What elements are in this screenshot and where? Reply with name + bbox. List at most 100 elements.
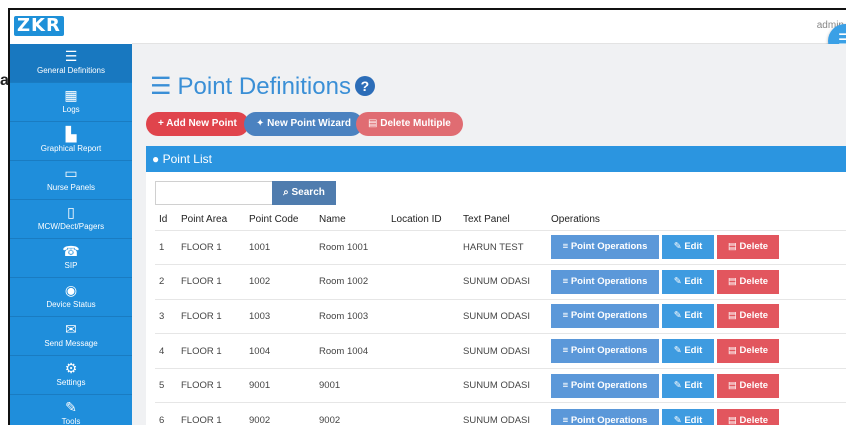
delete-multiple-button[interactable]: ▤ Delete Multiple	[356, 112, 463, 136]
delete-multiple-label: Delete Multiple	[380, 118, 451, 129]
header-text-panel[interactable]: Text Panel	[459, 210, 547, 230]
edit-label: Edit	[684, 275, 703, 287]
header-id[interactable]: Id	[155, 210, 177, 230]
edit-button[interactable]: ✎ Edit	[662, 269, 714, 294]
table-row: 6 FLOOR 1 9002 9002 SUNUM ODASI ≡ Point …	[155, 402, 846, 425]
new-point-wizard-button[interactable]: ✦ New Point Wizard	[244, 112, 363, 136]
monitor-icon: ▭	[64, 165, 78, 181]
cell-operations: ≡ Point Operations ✎ Edit ▤ Delete	[547, 333, 846, 369]
edit-button[interactable]: ✎ Edit	[662, 339, 714, 364]
trash-icon: ▤	[727, 310, 740, 322]
list-icon: ≡	[562, 414, 571, 425]
list-icon: ☰	[150, 73, 172, 100]
sidebar-item-settings[interactable]: ⚙ Settings	[10, 356, 132, 395]
cell-operations: ≡ Point Operations ✎ Edit ▤ Delete	[547, 298, 846, 334]
cell-area: FLOOR 1	[177, 402, 245, 425]
top-bar: ZKR admin ☰	[10, 10, 846, 58]
add-new-point-button[interactable]: + Add New Point	[146, 112, 249, 136]
sidebar-item-tools[interactable]: ✎ Tools	[10, 395, 132, 425]
edit-icon: ✎	[673, 241, 685, 253]
cell-text-panel: SUNUM ODASI	[459, 264, 547, 300]
cell-code: 9001	[245, 367, 315, 403]
search-button[interactable]: ⌕ Search	[272, 181, 336, 205]
search-input[interactable]	[155, 181, 273, 205]
header-name[interactable]: Name	[315, 210, 387, 230]
cell-operations: ≡ Point Operations ✎ Edit ▤ Delete	[547, 402, 846, 425]
delete-button[interactable]: ▤ Delete	[717, 269, 779, 294]
delete-button[interactable]: ▤ Delete	[717, 408, 779, 425]
delete-button[interactable]: ▤ Delete	[717, 373, 779, 398]
point-operations-button[interactable]: ≡ Point Operations	[551, 269, 659, 294]
edit-button[interactable]: ✎ Edit	[662, 373, 714, 398]
header-point-code[interactable]: Point Code	[245, 210, 315, 230]
sidebar-item-graphical-report[interactable]: ▙ Graphical Report	[10, 122, 132, 161]
edit-button[interactable]: ✎ Edit	[662, 408, 714, 425]
edit-icon: ✎	[673, 379, 685, 391]
edit-label: Edit	[684, 379, 703, 391]
sidebar-item-label: MCW/Dect/Pagers	[37, 222, 105, 231]
point-operations-button[interactable]: ≡ Point Operations	[551, 339, 659, 364]
cell-area: FLOOR 1	[177, 264, 245, 300]
delete-button[interactable]: ▤ Delete	[717, 304, 779, 329]
sidebar-item-logs[interactable]: ▦ Logs	[10, 83, 132, 122]
cell-code: 1002	[245, 264, 315, 300]
sidebar: ☰ General Definitions ▦ Logs ▙ Graphical…	[10, 44, 132, 425]
sidebar-item-general-definitions[interactable]: ☰ General Definitions	[10, 44, 132, 83]
page-title-text: Point Definitions	[177, 73, 351, 100]
cell-text-panel: SUNUM ODASI	[459, 367, 547, 403]
main-content: ☰ Point Definitions? + Add New Point ✦ Ne…	[132, 44, 846, 425]
help-icon[interactable]: ?	[354, 76, 375, 96]
sidebar-item-sip[interactable]: ☎ SIP	[10, 239, 132, 278]
header-location-id[interactable]: Location ID	[387, 210, 459, 230]
delete-button[interactable]: ▤ Delete	[717, 339, 779, 364]
point-operations-label: Point Operations	[570, 414, 648, 425]
search-icon: ⌕	[283, 187, 292, 198]
table-row: 5 FLOOR 1 9001 9001 SUNUM ODASI ≡ Point …	[155, 367, 846, 403]
new-point-wizard-label: New Point Wizard	[267, 118, 351, 129]
sidebar-item-nurse-panels[interactable]: ▭ Nurse Panels	[10, 161, 132, 200]
cell-name: Room 1002	[315, 264, 387, 300]
sidebar-item-label: General Definitions	[36, 66, 106, 75]
point-operations-label: Point Operations	[570, 345, 648, 357]
sidebar-item-send-message[interactable]: ✉ Send Message	[10, 317, 132, 356]
cell-name: Room 1004	[315, 333, 387, 369]
cell-text-panel: HARUN TEST	[459, 229, 547, 265]
cell-name: Room 1003	[315, 298, 387, 334]
point-operations-button[interactable]: ≡ Point Operations	[551, 235, 659, 260]
cell-location	[387, 229, 459, 265]
cell-area: FLOOR 1	[177, 367, 245, 403]
delete-label: Delete	[739, 241, 769, 253]
points-table: Id Point Area Point Code Name Location I…	[155, 210, 846, 425]
point-list-panel: ● Point List ⌕ Search Id Point Area Poin…	[146, 146, 846, 425]
point-operations-button[interactable]: ≡ Point Operations	[551, 373, 659, 398]
gears-icon: ⚙	[64, 360, 78, 376]
search-button-label: Search	[291, 187, 325, 198]
delete-button[interactable]: ▤ Delete	[717, 235, 779, 260]
phone-icon: ☎	[62, 243, 80, 259]
sidebar-item-device-status[interactable]: ◉ Device Status	[10, 278, 132, 317]
sidebar-item-mcw-dect-pagers[interactable]: ▯ MCW/Dect/Pagers	[10, 200, 132, 239]
edit-button[interactable]: ✎ Edit	[662, 304, 714, 329]
edit-label: Edit	[684, 414, 703, 425]
edit-button[interactable]: ✎ Edit	[662, 235, 714, 260]
logo[interactable]: ZKR	[10, 10, 132, 44]
cell-area: FLOOR 1	[177, 229, 245, 265]
point-operations-button[interactable]: ≡ Point Operations	[551, 408, 659, 425]
map-marker-icon: ●	[152, 152, 163, 166]
cell-name: 9001	[315, 367, 387, 403]
delete-label: Delete	[739, 310, 769, 322]
edit-label: Edit	[684, 241, 703, 253]
header-point-area[interactable]: Point Area	[177, 210, 245, 230]
edit-icon: ✎	[673, 414, 685, 425]
list-icon: ≡	[562, 241, 571, 253]
list-icon: ≡	[562, 310, 571, 322]
sidebar-item-label: Send Message	[44, 339, 98, 348]
cell-id: 3	[155, 298, 177, 334]
point-operations-label: Point Operations	[570, 379, 648, 391]
cell-text-panel: SUNUM ODASI	[459, 298, 547, 334]
envelope-icon: ✉	[65, 321, 77, 337]
point-operations-button[interactable]: ≡ Point Operations	[551, 304, 659, 329]
sidebar-item-label: Settings	[56, 378, 86, 387]
point-operations-label: Point Operations	[570, 310, 648, 322]
cell-id: 6	[155, 402, 177, 425]
